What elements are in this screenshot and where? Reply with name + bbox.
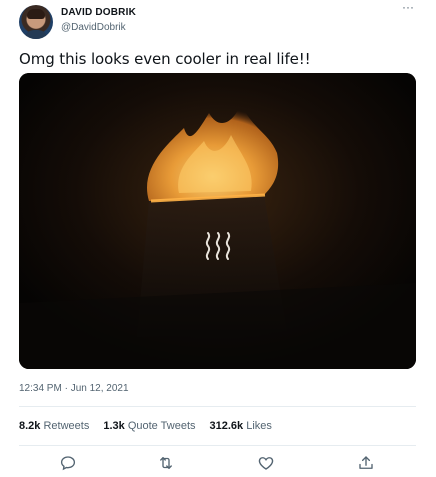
avatar-hair — [27, 9, 45, 19]
retweets-stat[interactable]: 8.2k Retweets — [19, 420, 89, 432]
retweets-count: 8.2k — [19, 420, 41, 432]
flame-diffuser-photo — [19, 73, 416, 369]
tweet-media-image[interactable] — [19, 73, 416, 369]
retweets-label: Retweets — [43, 420, 90, 432]
quote-tweets-label: Quote Tweets — [127, 420, 196, 432]
author-avatar[interactable] — [19, 5, 53, 39]
like-icon[interactable] — [255, 452, 277, 474]
retweet-icon[interactable] — [155, 452, 177, 474]
tweet-timestamp[interactable]: 12:34 PM · Jun 12, 2021 — [19, 383, 129, 394]
tweet-card: DAVID DOBRIK @DavidDobrik ··· Omg this l… — [0, 0, 436, 477]
author-handle[interactable]: @DavidDobrik — [61, 22, 126, 33]
quote-tweets-count: 1.3k — [103, 420, 125, 432]
tweet-stats: 8.2k Retweets 1.3k Quote Tweets 312.6k L… — [19, 420, 272, 432]
likes-stat[interactable]: 312.6k Likes — [210, 420, 272, 432]
tweet-actions — [19, 448, 416, 476]
avatar-shirt — [24, 30, 48, 39]
author-display-name[interactable]: DAVID DOBRIK — [61, 7, 136, 18]
likes-count: 312.6k — [209, 420, 244, 432]
tweet-text: Omg this looks even cooler in real life!… — [19, 50, 311, 68]
quote-tweets-stat[interactable]: 1.3k Quote Tweets — [103, 420, 195, 432]
divider-top — [19, 406, 416, 407]
divider-bottom — [19, 445, 416, 446]
likes-label: Likes — [246, 420, 272, 432]
reply-icon[interactable] — [57, 452, 79, 474]
more-options-icon[interactable]: ··· — [398, 0, 418, 16]
share-icon[interactable] — [355, 452, 377, 474]
